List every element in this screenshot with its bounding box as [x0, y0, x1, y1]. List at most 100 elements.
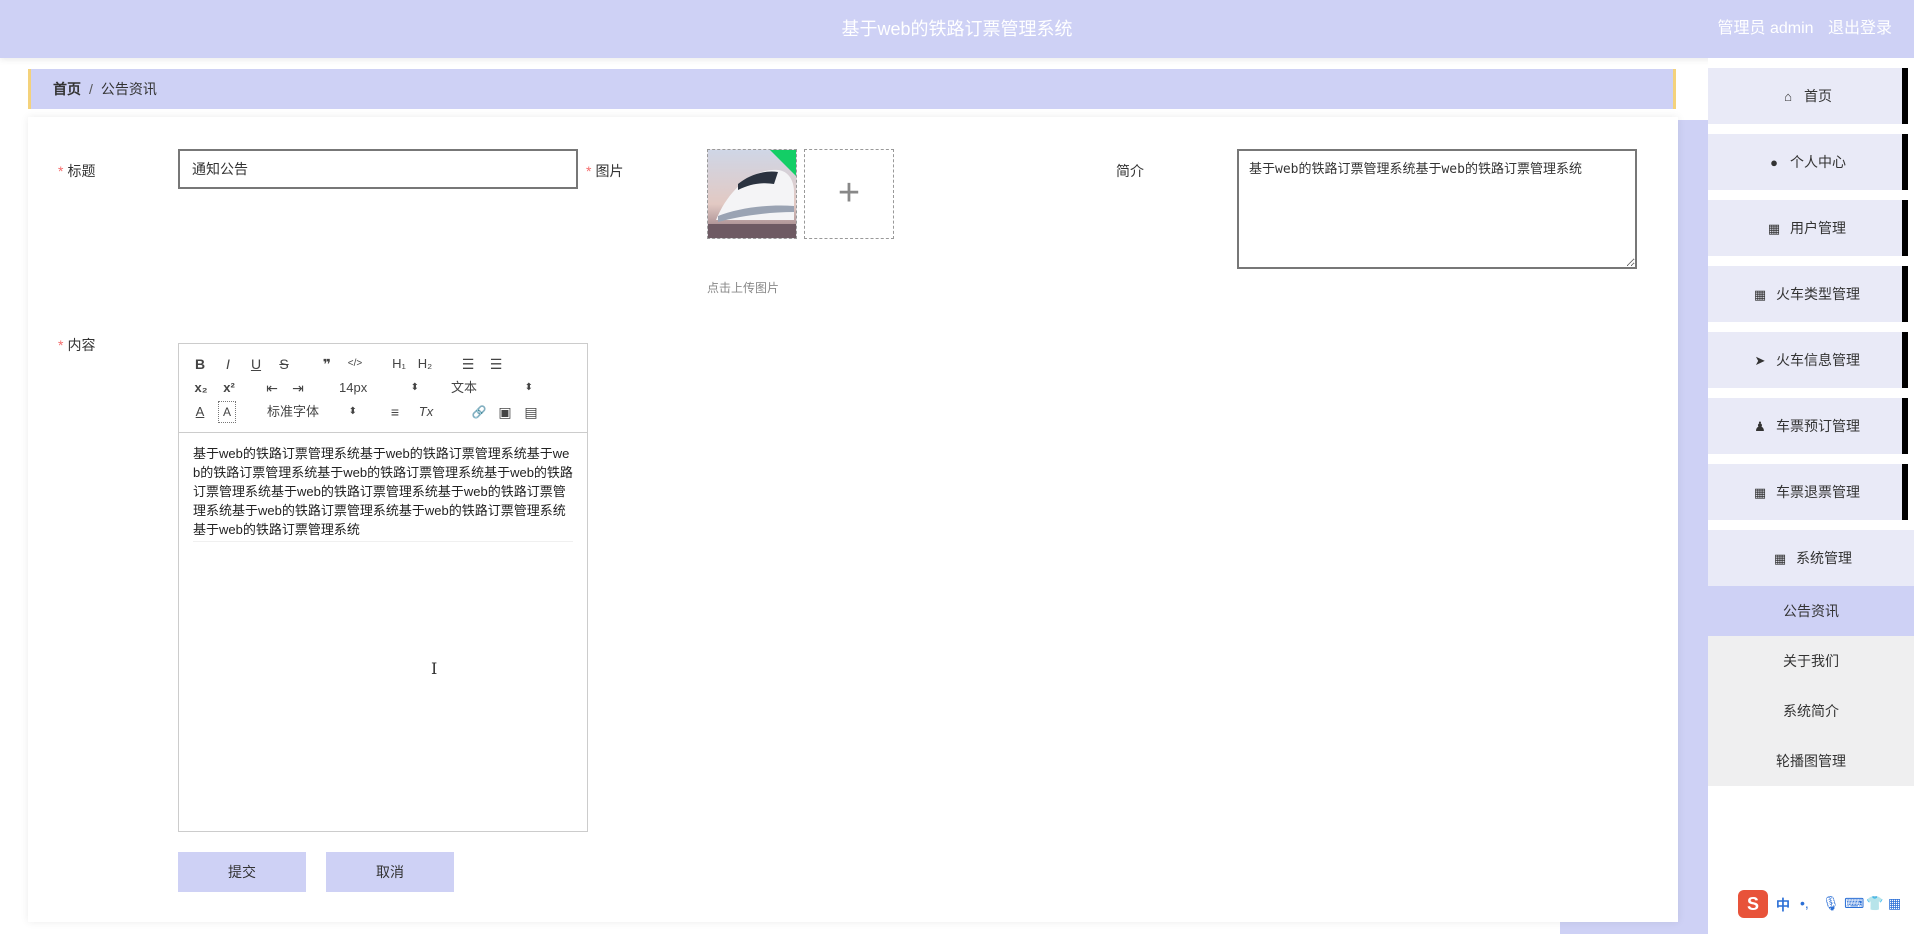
- uploaded-image-thumbnail[interactable]: [707, 149, 797, 239]
- toolbox-icon[interactable]: ▦: [1888, 895, 1901, 912]
- sidebar-item-label: 火车信息管理: [1776, 352, 1860, 368]
- submenu-item-system-intro[interactable]: 系统简介: [1708, 686, 1914, 736]
- top-header: 基于web的铁路订票管理系统 管理员 admin 退出登录: [0, 0, 1914, 58]
- required-mark: *: [58, 163, 64, 179]
- sidebar-item-system[interactable]: ▦ 系统管理: [1708, 530, 1914, 586]
- bullet-list-icon[interactable]: ☰: [487, 354, 505, 374]
- app-title: 基于web的铁路订票管理系统: [841, 19, 1073, 39]
- title-label-text: 标题: [67, 163, 96, 179]
- sidebar-item-label: 车票退票管理: [1776, 484, 1860, 500]
- ime-mode-indicator[interactable]: 中: [1776, 895, 1790, 915]
- user-area: 管理员 admin 退出登录: [1708, 0, 1893, 58]
- code-block-icon[interactable]: </>: [345, 354, 365, 374]
- text-cursor-icon: I: [431, 659, 438, 678]
- user-icon: ●: [1770, 155, 1778, 170]
- editor-content[interactable]: 基于web的铁路订票管理系统基于web的铁路订票管理系统基于web的铁路订票管理…: [193, 444, 573, 542]
- font-size-select[interactable]: 14px ⬍: [339, 378, 419, 398]
- sidebar-item-label: 首页: [1804, 88, 1832, 104]
- sidebar-item-train-info[interactable]: ➤ 火车信息管理: [1708, 332, 1908, 388]
- breadcrumb: 首页 / 公告资讯: [28, 69, 1676, 109]
- content-label-text: 内容: [67, 337, 96, 353]
- sogou-logo-icon: S: [1738, 890, 1768, 918]
- skin-icon[interactable]: 👕: [1866, 895, 1883, 912]
- heading-value: 文本: [451, 380, 478, 395]
- sidebar-item-home[interactable]: ⌂ 首页: [1708, 68, 1908, 124]
- sidebar-item-ticket-refund[interactable]: ▦ 车票退票管理: [1708, 464, 1908, 520]
- upload-tip: 点击上传图片: [707, 281, 780, 295]
- punctuation-icon[interactable]: •,: [1800, 895, 1809, 911]
- italic-icon[interactable]: I: [221, 354, 235, 374]
- underline-icon[interactable]: U: [249, 354, 263, 374]
- submenu-item-about[interactable]: 关于我们: [1708, 636, 1914, 686]
- font-size-value: 14px: [339, 380, 368, 395]
- submenu-item-carousel[interactable]: 轮播图管理: [1708, 736, 1914, 786]
- select-arrows-icon: ⬍: [348, 406, 357, 417]
- current-user-label: 管理员 admin: [1717, 20, 1814, 37]
- breadcrumb-current: 公告资讯: [100, 81, 157, 97]
- background-color-icon[interactable]: A: [218, 401, 236, 423]
- sidebar-item-label: 车票预订管理: [1776, 418, 1860, 434]
- image-upload-button[interactable]: +: [804, 149, 894, 239]
- sidebar-item-label: 个人中心: [1790, 154, 1846, 170]
- font-family-select[interactable]: 标准字体 ⬍: [267, 402, 357, 422]
- microphone-icon[interactable]: 🎙: [1822, 895, 1840, 912]
- select-arrows-icon: ⬍: [410, 382, 419, 393]
- strike-icon[interactable]: S: [277, 354, 291, 374]
- title-label: * 标题: [58, 161, 95, 181]
- clear-format-icon[interactable]: Tx: [417, 402, 435, 422]
- subscript-icon[interactable]: x₂: [191, 378, 211, 398]
- align-icon[interactable]: ≡: [387, 402, 403, 422]
- submenu-item-announcements[interactable]: 公告资讯: [1708, 586, 1914, 636]
- submit-button[interactable]: 提交: [178, 852, 306, 892]
- success-corner-badge: [770, 150, 796, 176]
- sidebar-item-label: 用户管理: [1790, 220, 1846, 236]
- image-label: * 图片: [586, 161, 623, 181]
- grid-icon: ▦: [1773, 551, 1787, 566]
- ime-toolbar[interactable]: S 中 •, 🎙 ⌨ 👕 ▦: [1738, 890, 1914, 920]
- send-icon: ➤: [1754, 353, 1766, 368]
- sidebar-item-label: 火车类型管理: [1776, 286, 1860, 302]
- breadcrumb-home[interactable]: 首页: [53, 81, 81, 97]
- stamp-icon: ♟: [1754, 419, 1766, 434]
- cancel-button[interactable]: 取消: [326, 852, 454, 892]
- bold-icon[interactable]: B: [193, 354, 207, 374]
- grid-icon: ▦: [1753, 287, 1767, 302]
- sidebar-item-ticket-booking[interactable]: ♟ 车票预订管理: [1708, 398, 1908, 454]
- indent-icon[interactable]: ⇥: [289, 378, 307, 398]
- sidebar-item-profile[interactable]: ● 个人中心: [1708, 134, 1908, 190]
- sidebar-item-label: 系统管理: [1796, 550, 1852, 566]
- image-label-text: 图片: [595, 163, 624, 179]
- font-family-value: 标准字体: [267, 404, 320, 419]
- link-icon[interactable]: 🔗: [471, 402, 487, 422]
- select-arrows-icon: ⬍: [524, 382, 533, 393]
- sidebar: ⌂ 首页 ● 个人中心 ▦ 用户管理 ▦ 火车类型管理 ➤ 火车信息管理 ♟ 车票预订管理 …: [1708, 58, 1914, 934]
- title-input[interactable]: [178, 149, 578, 189]
- blockquote-icon[interactable]: ❞: [319, 354, 335, 374]
- header-2-icon[interactable]: H₂: [415, 354, 435, 374]
- header-1-icon[interactable]: H₁: [389, 354, 409, 374]
- text-color-icon[interactable]: A: [193, 402, 207, 422]
- form-card: *标题 *图片 + 点击上传图片 简介 基于web的铁路订票管理系统基于web: [28, 117, 1678, 922]
- sidebar-item-train-types[interactable]: ▦ 火车类型管理: [1708, 266, 1908, 322]
- home-icon: ⌂: [1784, 89, 1792, 104]
- grid-icon: ▦: [1753, 485, 1767, 500]
- required-mark: *: [586, 163, 592, 179]
- breadcrumb-separator: /: [89, 81, 93, 97]
- image-icon[interactable]: ▣: [497, 402, 513, 422]
- content-label: * 内容: [58, 335, 95, 355]
- grid-icon: ▦: [1767, 221, 1781, 236]
- keyboard-icon[interactable]: ⌨: [1844, 895, 1864, 912]
- ordered-list-icon[interactable]: ☰: [459, 354, 477, 374]
- logout-link[interactable]: 退出登录: [1828, 20, 1892, 37]
- sidebar-item-users[interactable]: ▦ 用户管理: [1708, 200, 1908, 256]
- required-mark: *: [58, 337, 64, 353]
- editor-toolbar: B I U S ❞ </> H₁ H₂ ☰ ☰ x₂ x² ⇤ ⇥ 14px ⬍…: [179, 344, 587, 433]
- rich-text-editor: B I U S ❞ </> H₁ H₂ ☰ ☰ x₂ x² ⇤ ⇥ 14px ⬍…: [178, 343, 588, 832]
- plus-icon: +: [837, 172, 861, 214]
- intro-textarea[interactable]: 基于web的铁路订票管理系统基于web的铁路订票管理系统: [1237, 149, 1637, 269]
- intro-label: 简介: [1116, 163, 1144, 179]
- superscript-icon[interactable]: x²: [219, 378, 239, 398]
- video-icon[interactable]: ▤: [523, 402, 539, 422]
- outdent-icon[interactable]: ⇤: [263, 378, 281, 398]
- heading-select[interactable]: 文本 ⬍: [451, 378, 533, 398]
